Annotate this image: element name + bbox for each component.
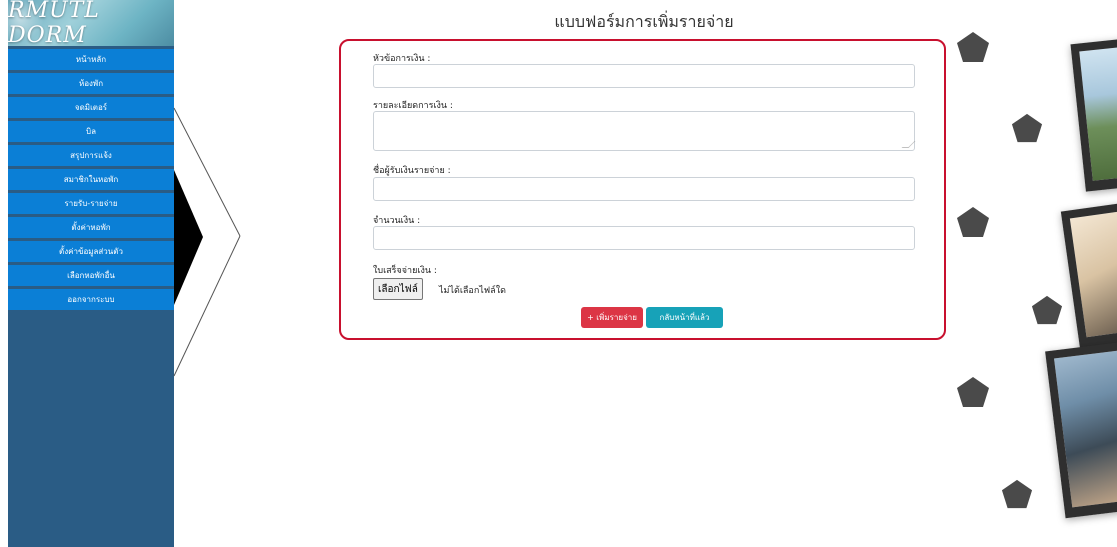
- expense-form: หัวข้อการเงิน : รายละเอียดการเงิน : ชื่อ…: [339, 39, 946, 340]
- dorm-photo: [1045, 339, 1117, 519]
- detail-textarea[interactable]: [373, 111, 916, 151]
- add-expense-button[interactable]: + เพิ่มรายจ่าย: [581, 307, 643, 328]
- recipient-input[interactable]: [373, 177, 915, 201]
- amount-label: จำนวนเงิน :: [373, 216, 421, 226]
- page-title: แบบฟอร์มการเพิ่มรายจ่าย: [554, 12, 734, 31]
- amount-input[interactable]: [373, 226, 915, 250]
- decorative-pentagon: [1031, 295, 1063, 325]
- decorative-pentagon: [1001, 479, 1033, 509]
- file-status-text: ไม่ได้เลือกไฟล์ใด: [439, 286, 506, 296]
- topic-label: หัวข้อการเงิน :: [373, 54, 431, 64]
- nav-item-switch-dorm[interactable]: เลือกหอพักอื่น: [8, 265, 174, 286]
- detail-label: รายละเอียดการเงิน :: [373, 101, 453, 111]
- receipt-label: ใบเสร็จจ่ายเงิน :: [373, 266, 437, 276]
- nav-item-dorm-settings[interactable]: ตั้งค่าหอพัก: [8, 217, 174, 238]
- topic-input[interactable]: [373, 64, 915, 88]
- back-button[interactable]: กลับหน้าที่แล้ว: [646, 307, 723, 328]
- decorative-pentagon: [957, 207, 989, 237]
- nav-item-profile-settings[interactable]: ตั้งค่าข้อมูลส่วนตัว: [8, 241, 174, 262]
- recipient-label: ชื่อผู้รับเงินรายจ่าย :: [373, 166, 451, 176]
- nav-item-meter[interactable]: จดมิเตอร์: [8, 97, 174, 118]
- dorm-photo: [1060, 199, 1117, 349]
- decorative-pentagon: [957, 377, 989, 407]
- nav-item-logout[interactable]: ออกจากระบบ: [8, 289, 174, 310]
- nav-item-bill[interactable]: บิล: [8, 121, 174, 142]
- decorative-pentagon: [1011, 113, 1043, 143]
- sidebar: RMUTL DORM หน้าหลัก ห้องพัก จดมิเตอร์ บิ…: [8, 0, 174, 547]
- nav-item-members[interactable]: สมาชิกในหอพัก: [8, 169, 174, 190]
- decorative-arrow: [173, 107, 241, 377]
- dorm-photo: [1070, 36, 1117, 192]
- nav-item-reports[interactable]: สรุปการแจ้ง: [8, 145, 174, 166]
- nav-item-rooms[interactable]: ห้องพัก: [8, 73, 174, 94]
- decorative-pentagon: [957, 32, 989, 62]
- nav-item-income-expense[interactable]: รายรับ-รายจ่าย: [8, 193, 174, 214]
- nav-item-home[interactable]: หน้าหลัก: [8, 49, 174, 70]
- logo-text: RMUTL DORM: [8, 0, 100, 46]
- resize-grip-icon[interactable]: [901, 141, 916, 148]
- logo[interactable]: RMUTL DORM: [8, 0, 174, 46]
- choose-file-button[interactable]: เลือกไฟล์: [373, 278, 423, 300]
